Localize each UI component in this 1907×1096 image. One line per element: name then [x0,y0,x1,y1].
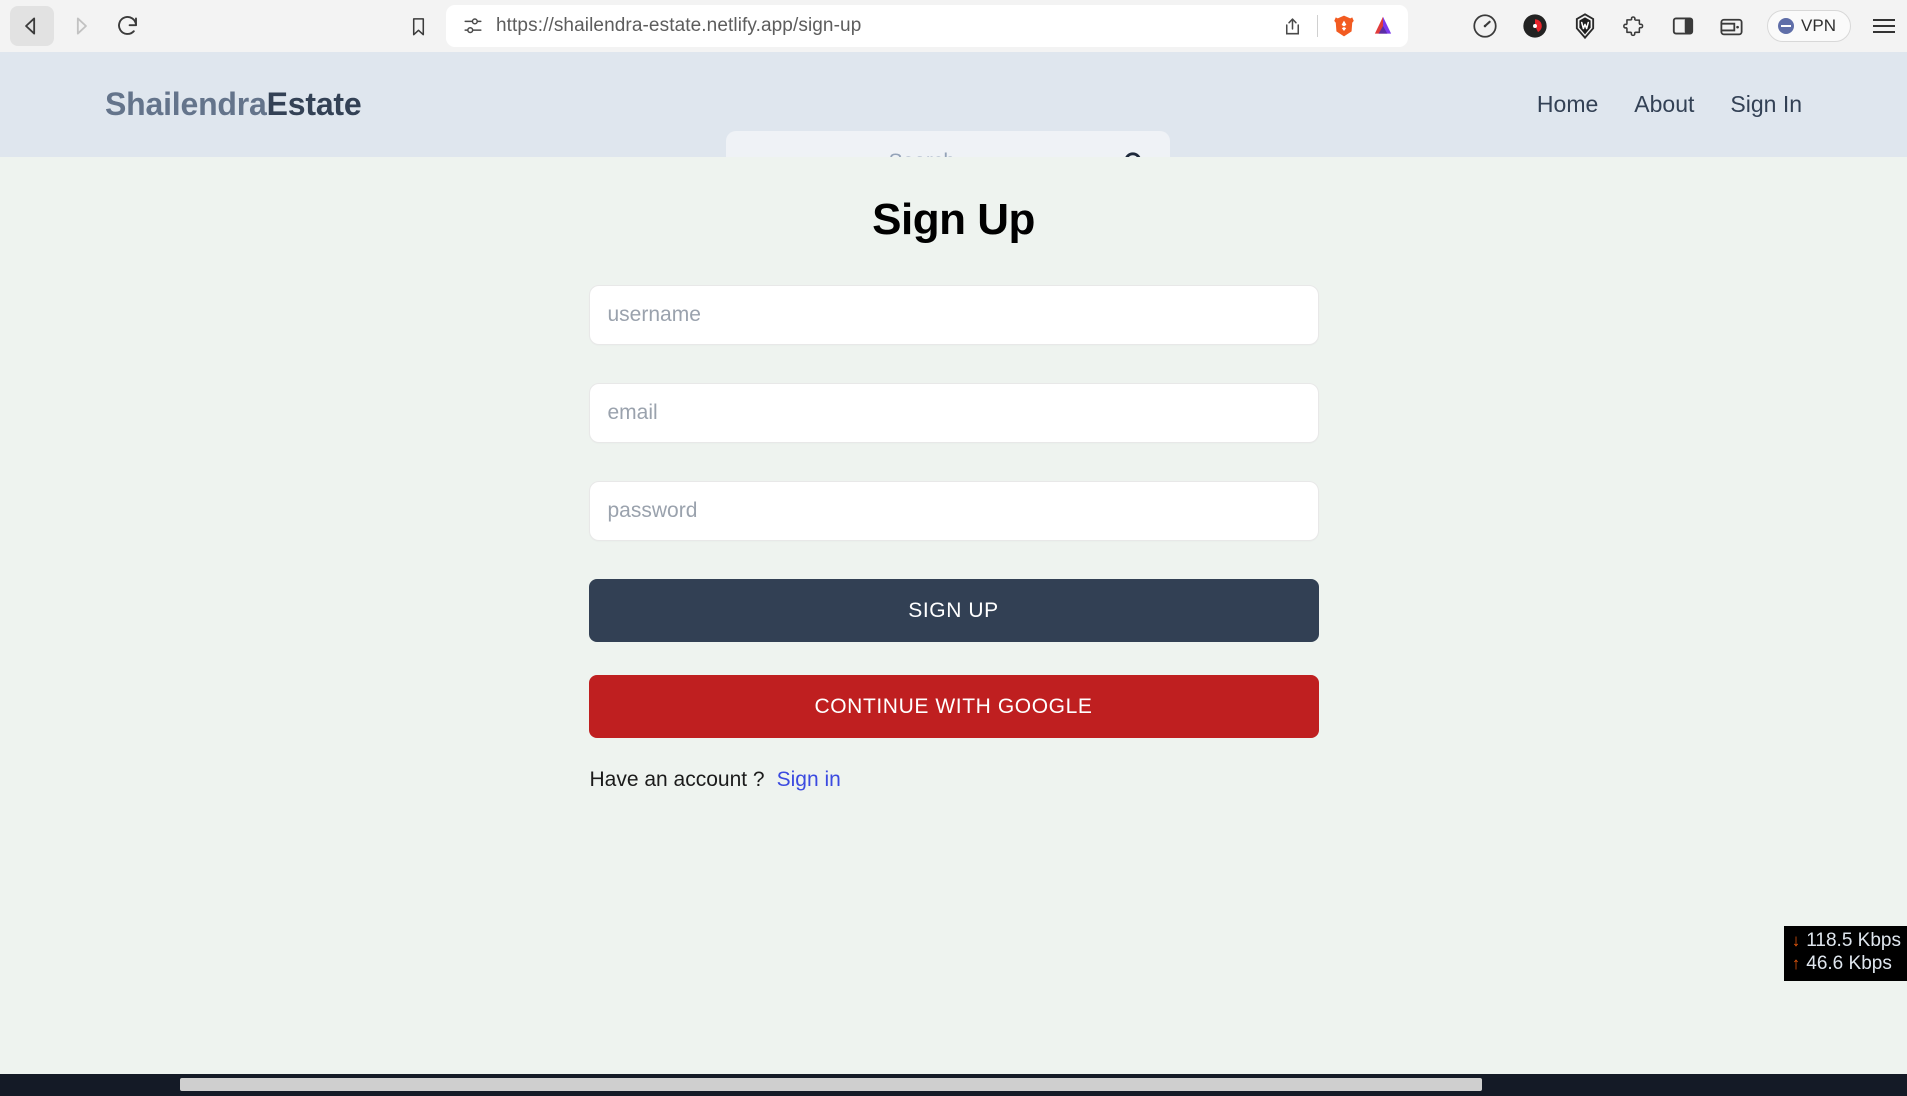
wallet-icon[interactable] [1718,13,1745,40]
nav-link-about[interactable]: About [1634,91,1694,118]
menu-line [1873,25,1895,27]
back-button[interactable] [10,6,54,46]
browser-actions: VPN [1471,0,1895,52]
extensions-glyph [1623,15,1644,36]
menu-line [1873,31,1895,33]
brave-shields-icon[interactable] [1331,13,1357,39]
download-speed-row: ↓ 118.5 Kbps [1792,930,1901,953]
sliders-icon [464,18,482,34]
bookmark-icon [412,17,424,35]
have-account-row: Have an account ? Sign in [589,768,1319,792]
wallet-badge-icon[interactable] [1571,12,1599,40]
site-header: ShailendraEstate Home About Sign In [0,52,1907,193]
speedometer-glyph [1473,14,1497,38]
forward-button[interactable] [58,6,102,46]
email-field[interactable] [588,383,1319,443]
bat-triangle-glyph [1374,16,1392,34]
continue-with-google-button[interactable]: CONTINUE WITH GOOGLE [588,675,1319,738]
brave-rewards-icon[interactable] [1370,13,1396,39]
wallet-glyph [1720,18,1743,35]
upload-speed-value: 46.6 Kbps [1806,953,1892,975]
username-field[interactable] [588,285,1319,345]
address-bar-actions [1281,13,1396,39]
record-glyph [1523,14,1547,38]
w-badge-glyph [1575,13,1595,40]
nav-link-home[interactable]: Home [1537,91,1598,118]
menu-line [1873,19,1895,21]
brand-logo[interactable]: ShailendraEstate [105,86,362,123]
page-title: Sign Up [872,195,1035,244]
browser-toolbar: https://shailendra-estate.netlify.app/si… [0,0,1907,52]
upload-arrow-icon: ↑ [1791,954,1801,974]
site-navigation: Home About Sign In [1537,91,1802,118]
email-input[interactable] [607,401,1300,425]
url-text: https://shailendra-estate.netlify.app/si… [496,15,862,36]
brand-part-two: Estate [266,86,362,122]
share-glyph [1285,17,1300,34]
password-input[interactable] [607,499,1300,523]
vpn-button[interactable]: VPN [1767,10,1851,42]
brave-lion-glyph [1334,15,1354,37]
share-icon[interactable] [1281,15,1304,38]
back-arrow-icon [25,17,36,35]
vpn-status-icon [1778,18,1795,34]
vpn-label: VPN [1801,16,1836,35]
site-settings-icon[interactable] [462,15,484,37]
reload-icon [118,16,137,35]
download-arrow-icon: ↓ [1791,931,1801,951]
address-bar[interactable]: https://shailendra-estate.netlify.app/si… [446,5,1408,47]
sign-up-form: Sign Up SIGN UP CONTINUE WITH GOOGLE Hav… [588,195,1319,792]
nav-link-sign-in[interactable]: Sign In [1730,91,1802,118]
reload-button[interactable] [106,6,150,46]
panel-glyph [1672,17,1694,35]
have-account-text: Have an account ? [589,768,765,791]
media-record-icon[interactable] [1521,12,1549,40]
page-content: Sign Up SIGN UP CONTINUE WITH GOOGLE Hav… [0,157,1907,1096]
network-monitor: ↓ 118.5 Kbps ↑ 46.6 Kbps [1783,926,1907,981]
password-field[interactable] [588,481,1319,541]
sign-in-link[interactable]: Sign in [777,768,841,792]
puzzle-icon[interactable] [1621,13,1648,40]
toolbar-divider [1317,15,1318,37]
sign-up-button[interactable]: SIGN UP [588,579,1319,642]
upload-speed-row: ↑ 46.6 Kbps [1792,953,1901,976]
bookmark-button[interactable] [396,6,440,46]
horizontal-scrollbar[interactable] [0,1074,1907,1096]
scrollbar-thumb[interactable] [180,1078,1482,1091]
browser-menu-button[interactable] [1873,19,1895,33]
forward-arrow-icon [76,17,87,35]
download-speed-value: 118.5 Kbps [1806,930,1901,952]
brand-part-one: Shailendra [105,86,267,122]
sidebar-panel-icon[interactable] [1670,13,1696,39]
speedometer-icon[interactable] [1471,12,1499,40]
username-input[interactable] [607,303,1300,327]
